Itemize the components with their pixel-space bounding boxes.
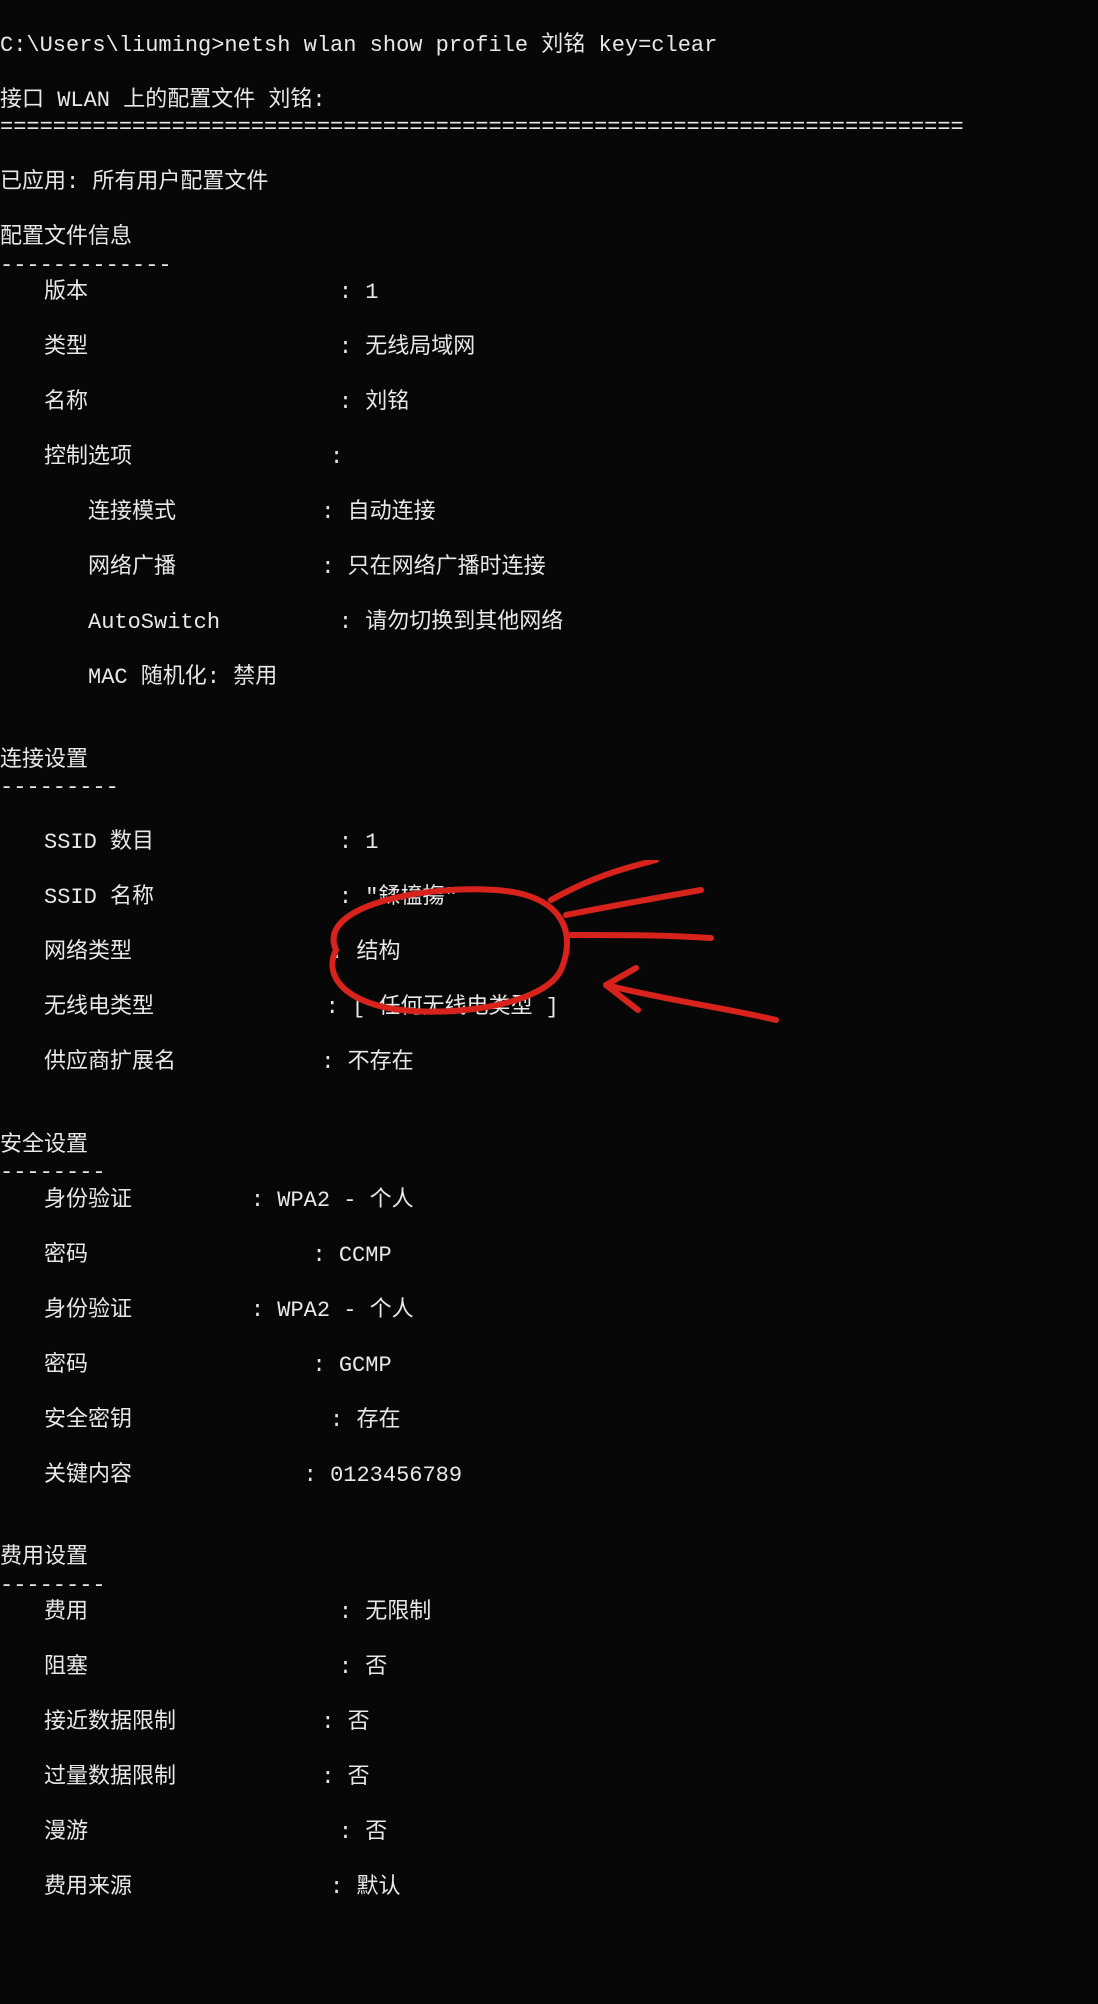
approaching-limit-value: 否 <box>348 1710 370 1735</box>
name-value: 刘铭 <box>365 390 409 415</box>
interface-header: 接口 WLAN 上的配置文件 刘铭: <box>0 88 326 113</box>
key-content-label: 关键内容 <box>0 1462 132 1490</box>
type-label: 类型 <box>0 334 88 362</box>
command-prompt: C:\Users\liuming>netsh wlan show profile… <box>0 33 717 58</box>
version-label: 版本 <box>0 279 88 307</box>
connect-mode-value: 自动连接 <box>348 500 436 525</box>
section-connection-title: 连接设置 <box>0 748 88 773</box>
network-type-label: 网络类型 <box>0 939 132 967</box>
auth-value: WPA2 - 个人 <box>277 1298 413 1323</box>
cost-source-label: 费用来源 <box>0 1874 132 1902</box>
cipher-label: 密码 <box>0 1242 88 1270</box>
cipher-value: GCMP <box>339 1353 392 1378</box>
radio-type-label: 无线电类型 <box>0 994 154 1022</box>
section-security-title: 安全设置 <box>0 1133 88 1158</box>
radio-type-value: [ 任何无线电类型 ] <box>352 995 559 1020</box>
ssid-name-label: SSID 名称 <box>0 884 154 912</box>
broadcast-label: 网络广播 <box>0 554 176 582</box>
name-label: 名称 <box>0 389 88 417</box>
autoswitch-label: AutoSwitch <box>0 609 220 637</box>
ssid-name-value: "鍒橀摥" <box>365 885 457 910</box>
autoswitch-value: 请勿切换到其他网络 <box>365 610 563 635</box>
network-type-value: 结构 <box>356 940 400 965</box>
vendor-ext-label: 供应商扩展名 <box>0 1049 176 1077</box>
cost-value: 无限制 <box>365 1600 431 1625</box>
section-cost-title: 费用设置 <box>0 1545 88 1570</box>
type-value: 无线局域网 <box>365 335 475 360</box>
applied-line: 已应用: 所有用户配置文件 <box>0 170 268 195</box>
section-dash: -------- <box>0 1160 106 1185</box>
cost-label: 费用 <box>0 1599 88 1627</box>
broadcast-value: 只在网络广播时连接 <box>348 555 546 580</box>
connect-mode-label: 连接模式 <box>0 499 176 527</box>
auth-label: 身份验证 <box>0 1187 132 1215</box>
security-key-label: 安全密钥 <box>0 1407 132 1435</box>
cipher-label: 密码 <box>0 1352 88 1380</box>
section-dash: -------- <box>0 1573 106 1598</box>
congested-value: 否 <box>365 1655 387 1680</box>
over-limit-value: 否 <box>348 1765 370 1790</box>
auth-label: 身份验证 <box>0 1297 132 1325</box>
terminal-output: C:\Users\liuming>netsh wlan show profile… <box>0 0 1098 2004</box>
section-profile-title: 配置文件信息 <box>0 225 132 250</box>
approaching-limit-label: 接近数据限制 <box>0 1709 176 1737</box>
roaming-label: 漫游 <box>0 1819 88 1847</box>
roaming-value: 否 <box>365 1820 387 1845</box>
header-divider: ========================================… <box>0 115 964 140</box>
control-options-label: 控制选项 <box>0 444 132 472</box>
vendor-ext-value: 不存在 <box>348 1050 414 1075</box>
mac-randomization: MAC 随机化: 禁用 <box>0 664 277 692</box>
cost-source-value: 默认 <box>356 1875 400 1900</box>
section-dash: --------- <box>0 775 119 800</box>
auth-value: WPA2 - 个人 <box>277 1188 413 1213</box>
security-key-value: 存在 <box>356 1408 400 1433</box>
section-dash: ------------- <box>0 253 172 278</box>
ssid-count-label: SSID 数目 <box>0 829 154 857</box>
congested-label: 阻塞 <box>0 1654 88 1682</box>
key-content-value: 0123456789 <box>330 1463 462 1488</box>
cipher-value: CCMP <box>339 1243 392 1268</box>
over-limit-label: 过量数据限制 <box>0 1764 176 1792</box>
ssid-count-value: 1 <box>365 830 378 855</box>
version-value: 1 <box>365 280 378 305</box>
